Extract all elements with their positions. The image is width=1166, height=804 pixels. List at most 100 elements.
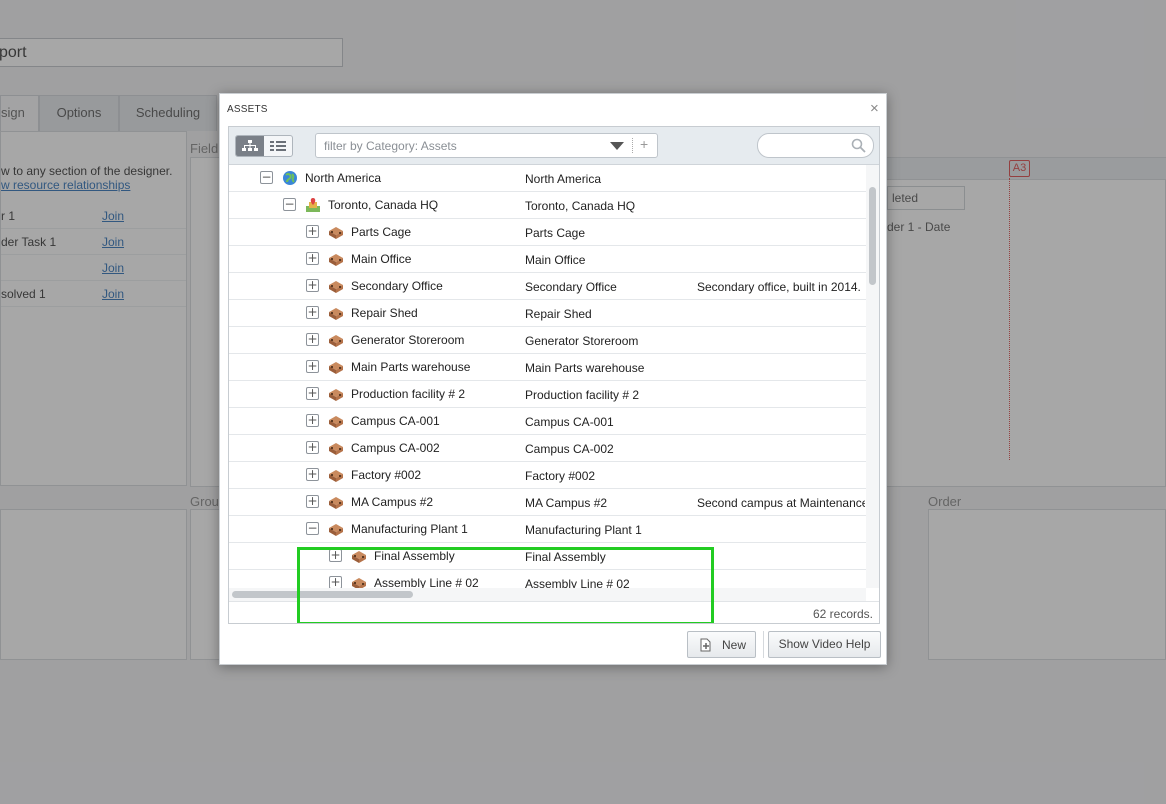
building-icon bbox=[328, 278, 344, 294]
asset-name: Parts Cage bbox=[351, 225, 412, 239]
expand-toggle-icon[interactable]: + bbox=[306, 333, 319, 346]
add-filter-button[interactable]: + bbox=[640, 136, 648, 152]
asset-name: MA Campus #2 bbox=[351, 495, 434, 509]
globe-icon bbox=[282, 170, 298, 186]
building-icon bbox=[328, 359, 344, 375]
expand-toggle-icon[interactable]: + bbox=[306, 306, 319, 319]
hierarchy-icon bbox=[242, 140, 258, 151]
tree-row[interactable]: + Final Assembly Final Assembly bbox=[229, 543, 866, 570]
vertical-scrollbar[interactable] bbox=[866, 165, 879, 588]
tree-row[interactable]: + MA Campus #2 MA Campus #2 Second campus a… bbox=[229, 489, 866, 516]
asset-description: Campus CA-002 bbox=[525, 442, 614, 456]
new-button[interactable]: New bbox=[687, 631, 756, 658]
vertical-scroll-thumb[interactable] bbox=[869, 187, 876, 285]
tree-row[interactable]: − Toronto, Canada HQ Toronto, Canada HQ bbox=[229, 192, 866, 219]
asset-name: North America bbox=[305, 171, 382, 185]
building-icon bbox=[328, 251, 344, 267]
tree-row[interactable]: + Secondary Office Secondary Office Seconda… bbox=[229, 273, 866, 300]
tree-view-button[interactable] bbox=[236, 136, 264, 156]
asset-description: North America bbox=[525, 172, 602, 186]
asset-description: Final Assembly bbox=[525, 550, 606, 564]
dialog-title: ASSETS bbox=[227, 104, 268, 115]
show-video-help-button[interactable]: Show Video Help bbox=[768, 631, 881, 658]
asset-notes: Second campus at Maintenance A bbox=[697, 496, 865, 510]
tree-row[interactable]: + Assembly Line # 02 Assembly Line # 02 bbox=[229, 570, 866, 588]
tree-row[interactable]: + Production facility # 2 Production facil… bbox=[229, 381, 866, 408]
asset-name: Production facility # 2 bbox=[351, 387, 466, 401]
asset-name: Repair Shed bbox=[351, 306, 418, 320]
tree-row[interactable]: + Repair Shed Repair Shed bbox=[229, 300, 866, 327]
search-icon bbox=[851, 138, 866, 153]
asset-description: Repair Shed bbox=[525, 307, 592, 321]
filter-divider bbox=[632, 138, 633, 153]
asset-name: Assembly Line # 02 bbox=[374, 576, 479, 588]
filter-label: filter by Category: Assets bbox=[324, 139, 457, 153]
tree-row[interactable]: − Manufacturing Plant 1 Manufacturing Plan… bbox=[229, 516, 866, 543]
grid-footer: 62 records. bbox=[229, 601, 879, 623]
records-count: 62 records. bbox=[812, 607, 873, 621]
asset-description: Campus CA-001 bbox=[525, 415, 614, 429]
asset-name: Main Office bbox=[351, 252, 412, 266]
expand-toggle-icon[interactable]: + bbox=[306, 387, 319, 400]
location-icon bbox=[305, 197, 321, 213]
collapse-toggle-icon[interactable]: − bbox=[306, 522, 319, 535]
asset-description: Toronto, Canada HQ bbox=[525, 199, 636, 213]
new-button-label: New bbox=[722, 638, 747, 652]
expand-toggle-icon[interactable]: + bbox=[306, 279, 319, 292]
tree-row[interactable]: + Generator Storeroom Generator Storeroom bbox=[229, 327, 866, 354]
asset-description: Main Parts warehouse bbox=[525, 361, 645, 375]
expand-toggle-icon[interactable]: + bbox=[306, 360, 319, 373]
search-input[interactable] bbox=[757, 133, 874, 158]
building-icon bbox=[351, 548, 367, 564]
asset-name: Final Assembly bbox=[374, 549, 455, 563]
assets-grid: filter by Category: Assets + − North Amer… bbox=[228, 126, 880, 624]
horizontal-scroll-thumb[interactable] bbox=[232, 591, 413, 598]
asset-name: Main Parts warehouse bbox=[351, 360, 471, 374]
building-icon bbox=[328, 440, 344, 456]
building-icon bbox=[328, 332, 344, 348]
asset-description: Production facility # 2 bbox=[525, 388, 640, 402]
close-icon[interactable]: × bbox=[870, 100, 879, 117]
list-view-button[interactable] bbox=[264, 136, 292, 156]
asset-description: Parts Cage bbox=[525, 226, 586, 240]
asset-description: Manufacturing Plant 1 bbox=[525, 523, 642, 537]
new-document-icon bbox=[700, 638, 711, 652]
dropdown-caret-icon[interactable] bbox=[610, 142, 624, 150]
expand-toggle-icon[interactable]: + bbox=[329, 576, 342, 588]
tree-row[interactable]: + Factory #002 Factory #002 bbox=[229, 462, 866, 489]
expand-toggle-icon[interactable]: + bbox=[306, 441, 319, 454]
expand-toggle-icon[interactable]: + bbox=[306, 495, 319, 508]
building-icon bbox=[351, 575, 367, 588]
expand-toggle-icon[interactable]: + bbox=[306, 252, 319, 265]
tree-row[interactable]: + Main Office Main Office bbox=[229, 246, 866, 273]
assets-dialog: ASSETS × filter by Category: Assets + − … bbox=[219, 93, 887, 665]
building-icon bbox=[328, 467, 344, 483]
asset-description: MA Campus #2 bbox=[525, 496, 608, 510]
horizontal-scrollbar[interactable] bbox=[229, 588, 866, 601]
collapse-toggle-icon[interactable]: − bbox=[260, 171, 273, 184]
building-icon bbox=[328, 386, 344, 402]
building-icon bbox=[328, 305, 344, 321]
category-filter[interactable]: filter by Category: Assets + bbox=[315, 133, 658, 158]
asset-name: Manufacturing Plant 1 bbox=[351, 522, 468, 536]
collapse-toggle-icon[interactable]: − bbox=[283, 198, 296, 211]
asset-name: Toronto, Canada HQ bbox=[328, 198, 439, 212]
tree-row[interactable]: + Parts Cage Parts Cage bbox=[229, 219, 866, 246]
expand-toggle-icon[interactable]: + bbox=[306, 225, 319, 238]
tree-row[interactable]: − North America North America bbox=[229, 165, 866, 192]
asset-name: Factory #002 bbox=[351, 468, 422, 482]
expand-toggle-icon[interactable]: + bbox=[306, 414, 319, 427]
list-icon bbox=[270, 141, 286, 151]
asset-description: Generator Storeroom bbox=[525, 334, 639, 348]
asset-name: Generator Storeroom bbox=[351, 333, 465, 347]
building-icon bbox=[328, 413, 344, 429]
asset-name: Secondary Office bbox=[351, 279, 443, 293]
asset-notes: Secondary office, built in 2014. H bbox=[697, 280, 865, 294]
tree-row[interactable]: + Campus CA-001 Campus CA-001 bbox=[229, 408, 866, 435]
tree-row[interactable]: + Main Parts warehouse Main Parts warehous… bbox=[229, 354, 866, 381]
asset-name: Campus CA-001 bbox=[351, 414, 440, 428]
building-icon bbox=[328, 521, 344, 537]
expand-toggle-icon[interactable]: + bbox=[329, 549, 342, 562]
tree-row[interactable]: + Campus CA-002 Campus CA-002 bbox=[229, 435, 866, 462]
expand-toggle-icon[interactable]: + bbox=[306, 468, 319, 481]
